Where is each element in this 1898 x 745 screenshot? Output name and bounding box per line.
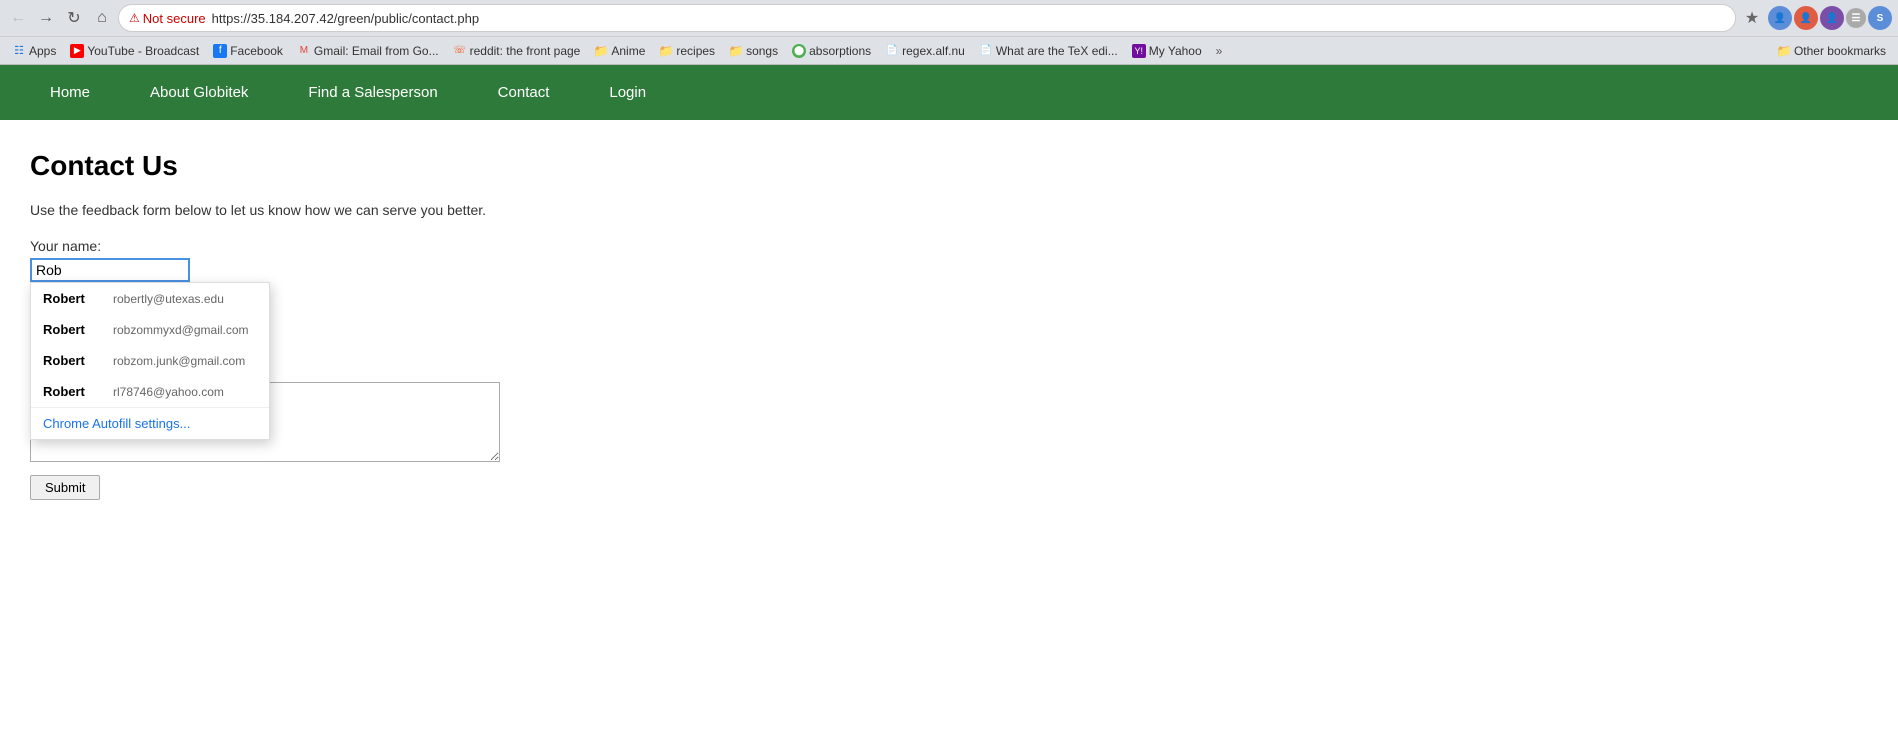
bookmark-anime[interactable]: 📁 Anime	[588, 42, 651, 60]
browser-toolbar: ← → ↻ ⌂ ⚠ Not secure https://35.184.207.…	[0, 0, 1898, 36]
profile-icon-1[interactable]: 👤	[1768, 6, 1792, 30]
bookmark-yahoo-label: My Yahoo	[1149, 44, 1202, 58]
bookmark-songs[interactable]: 📁 songs	[723, 42, 784, 60]
nav-salesperson[interactable]: Find a Salesperson	[278, 65, 467, 120]
profile-icons: 👤 👤 👤 ☰ S	[1768, 6, 1892, 30]
autofill-item-0[interactable]: Robert robertly@utexas.edu	[31, 283, 269, 314]
yahoo-icon: Y!	[1132, 44, 1146, 58]
bookmark-apps-label: Apps	[29, 44, 56, 58]
reddit-icon: ☏	[453, 44, 467, 58]
bookmark-star-button[interactable]: ★	[1740, 6, 1764, 30]
extensions-icon[interactable]: ☰	[1846, 8, 1866, 28]
autofill-name-3: Robert	[43, 384, 103, 399]
bookmark-gmail-label: Gmail: Email from Go...	[314, 44, 439, 58]
autofill-name-2: Robert	[43, 353, 103, 368]
folder-icon-songs: 📁	[729, 44, 743, 58]
nav-login[interactable]: Login	[579, 65, 676, 120]
bookmarks-other-folder[interactable]: 📁 Other bookmarks	[1771, 42, 1892, 60]
name-input[interactable]	[30, 258, 190, 282]
page-subtitle: Use the feedback form below to let us kn…	[30, 202, 1868, 218]
warning-icon: ⚠	[129, 11, 140, 25]
security-text: Not secure	[143, 11, 206, 26]
profile-icon-3[interactable]: 👤	[1820, 6, 1844, 30]
autofill-name-1: Robert	[43, 322, 103, 337]
bookmark-youtube[interactable]: ▶ YouTube - Broadcast	[64, 42, 205, 60]
nav-home[interactable]: Home	[20, 65, 120, 120]
bookmark-absorptions-label: absorptions	[809, 44, 871, 58]
page-title: Contact Us	[30, 150, 1868, 182]
autofill-item-3[interactable]: Robert rl78746@yahoo.com	[31, 376, 269, 407]
bookmark-absorptions[interactable]: ⬤ absorptions	[786, 42, 877, 60]
bookmarks-bar: ☷ Apps ▶ YouTube - Broadcast f Facebook …	[0, 36, 1898, 64]
bookmark-reddit[interactable]: ☏ reddit: the front page	[447, 42, 587, 60]
profile-icon-4[interactable]: S	[1868, 6, 1892, 30]
bookmark-yahoo[interactable]: Y! My Yahoo	[1126, 42, 1208, 60]
bookmark-recipes[interactable]: 📁 recipes	[653, 42, 721, 60]
bookmark-songs-label: songs	[746, 44, 778, 58]
bookmark-tex-label: What are the TeX edi...	[996, 44, 1118, 58]
autofill-settings-link[interactable]: Chrome Autofill settings...	[31, 407, 269, 439]
forward-button[interactable]: →	[34, 6, 58, 30]
message-area-wrapper	[30, 382, 1868, 465]
bookmark-reddit-label: reddit: the front page	[470, 44, 581, 58]
apps-icon: ☷	[12, 44, 26, 58]
facebook-icon: f	[213, 44, 227, 58]
autofill-email-0: robertly@utexas.edu	[113, 292, 224, 306]
autofill-email-3: rl78746@yahoo.com	[113, 385, 224, 399]
browser-chrome: ← → ↻ ⌂ ⚠ Not secure https://35.184.207.…	[0, 0, 1898, 65]
autofill-dropdown: Robert robertly@utexas.edu Robert robzom…	[30, 282, 270, 440]
bookmark-anime-label: Anime	[611, 44, 645, 58]
security-warning: ⚠ Not secure	[129, 11, 206, 26]
url-text: https://35.184.207.42/green/public/conta…	[212, 11, 479, 26]
bookmark-apps[interactable]: ☷ Apps	[6, 42, 62, 60]
profile-icon-2[interactable]: 👤	[1794, 6, 1818, 30]
autocomplete-wrapper: Robert robertly@utexas.edu Robert robzom…	[30, 258, 190, 282]
submit-button[interactable]: Submit	[30, 475, 100, 500]
gmail-icon: M	[297, 44, 311, 58]
bookmark-recipes-label: recipes	[676, 44, 715, 58]
autofill-item-2[interactable]: Robert robzom.junk@gmail.com	[31, 345, 269, 376]
absorptions-icon: ⬤	[792, 44, 806, 58]
folder-icon-anime: 📁	[594, 44, 608, 58]
page-content: Contact Us Use the feedback form below t…	[0, 120, 1898, 530]
folder-icon-recipes: 📁	[659, 44, 673, 58]
tex-icon: 📄	[979, 44, 993, 58]
bookmark-facebook[interactable]: f Facebook	[207, 42, 289, 60]
bookmark-facebook-label: Facebook	[230, 44, 283, 58]
name-label: Your name:	[30, 238, 1868, 254]
address-bar[interactable]: ⚠ Not secure https://35.184.207.42/green…	[118, 4, 1736, 32]
autofill-item-1[interactable]: Robert robzommyxd@gmail.com	[31, 314, 269, 345]
nav-contact[interactable]: Contact	[468, 65, 580, 120]
other-bookmarks-icon: 📁	[1777, 44, 1791, 58]
site-nav: Home About Globitek Find a Salesperson C…	[0, 65, 1898, 120]
bookmarks-more-button[interactable]: »	[1212, 42, 1227, 60]
bookmark-regex[interactable]: 📄 regex.alf.nu	[879, 42, 971, 60]
autofill-email-1: robzommyxd@gmail.com	[113, 323, 249, 337]
contact-form: Your name: Robert robertly@utexas.edu Ro…	[30, 238, 1868, 500]
back-button[interactable]: ←	[6, 6, 30, 30]
bookmark-youtube-label: YouTube - Broadcast	[87, 44, 199, 58]
youtube-icon: ▶	[70, 44, 84, 58]
autofill-email-2: robzom.junk@gmail.com	[113, 354, 245, 368]
bookmark-regex-label: regex.alf.nu	[902, 44, 965, 58]
reload-button[interactable]: ↻	[62, 6, 86, 30]
autofill-name-0: Robert	[43, 291, 103, 306]
nav-about[interactable]: About Globitek	[120, 65, 278, 120]
bookmark-tex[interactable]: 📄 What are the TeX edi...	[973, 42, 1124, 60]
bookmark-gmail[interactable]: M Gmail: Email from Go...	[291, 42, 445, 60]
other-bookmarks-label: Other bookmarks	[1794, 44, 1886, 58]
regex-icon: 📄	[885, 44, 899, 58]
home-button[interactable]: ⌂	[90, 6, 114, 30]
